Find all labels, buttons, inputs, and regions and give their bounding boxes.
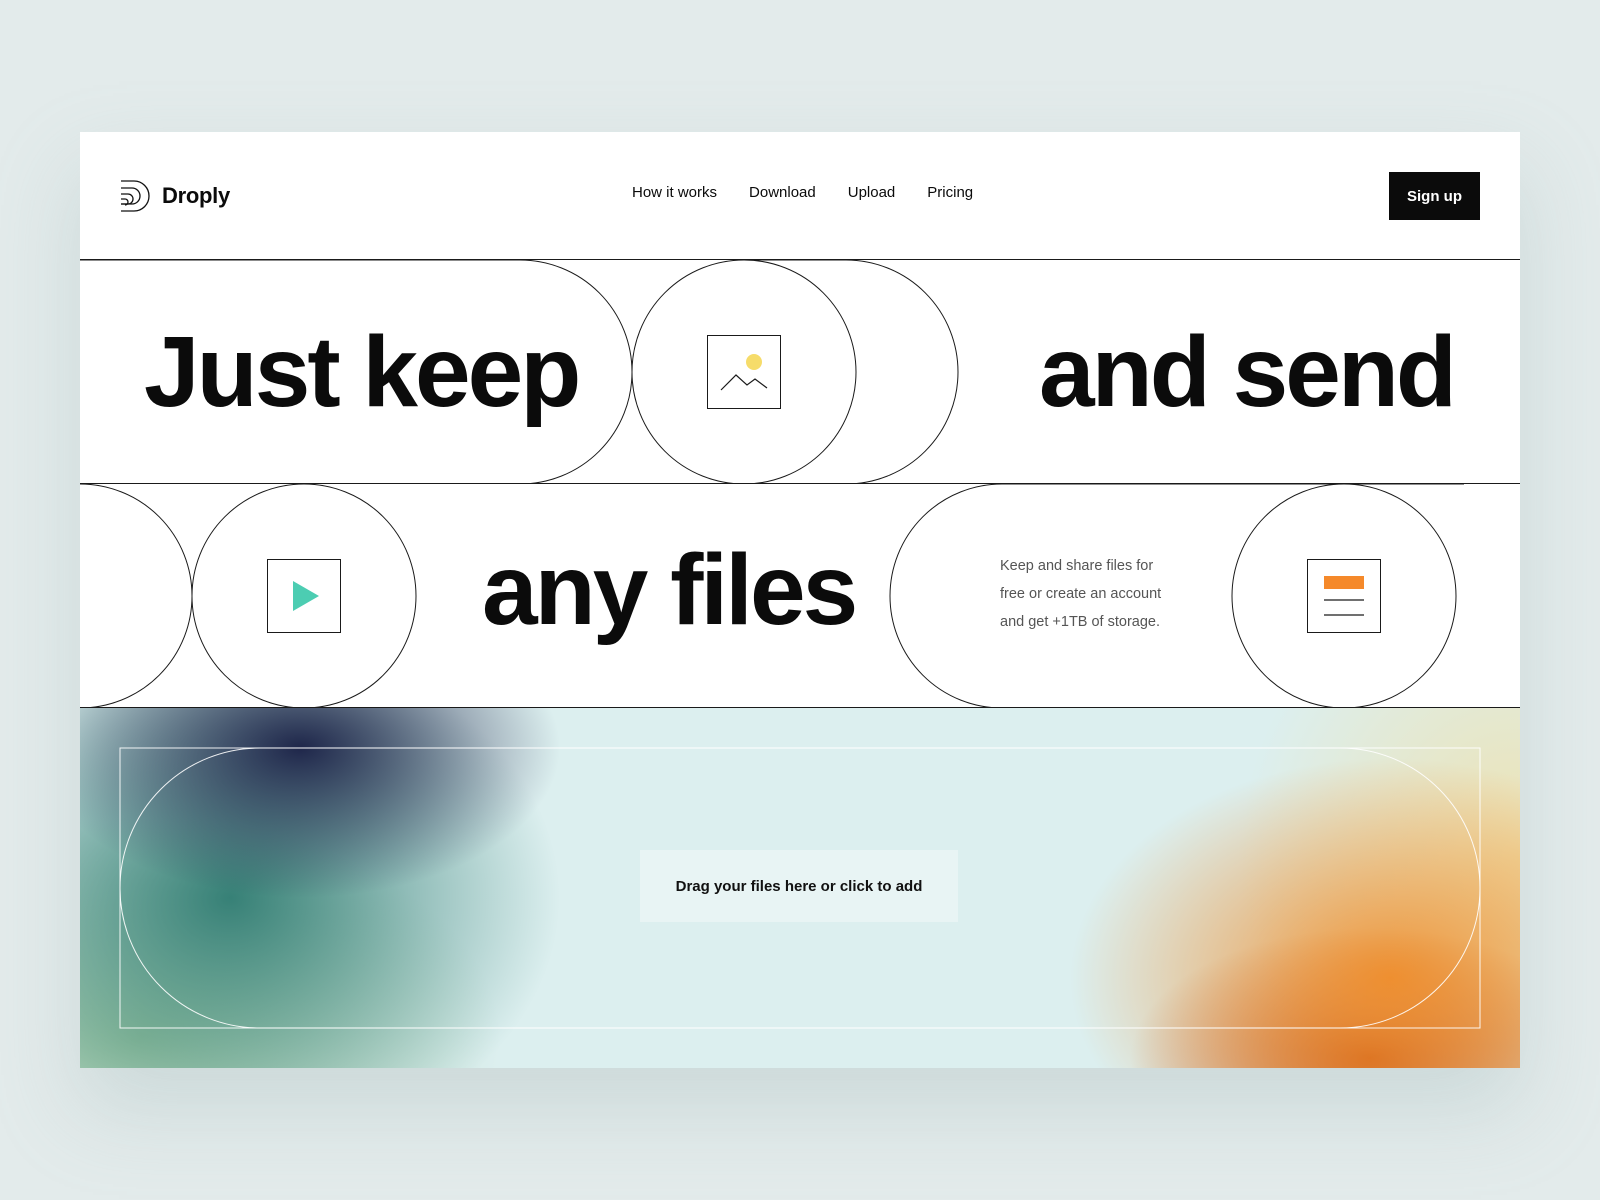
dropzone[interactable]: Drag your files here or click to add: [80, 708, 1520, 1068]
dropzone-add-button[interactable]: Drag your files here or click to add: [640, 850, 958, 922]
image-icon: [707, 335, 781, 409]
main-nav: How it works Download Upload Pricing: [632, 184, 973, 201]
nav-upload[interactable]: Upload: [848, 184, 896, 201]
document-icon: [1307, 559, 1381, 633]
hero-row-2: any files Keep and share files for free …: [80, 484, 1520, 708]
droply-logo-icon: [121, 180, 150, 212]
hero-text-and-send: and send: [1039, 316, 1457, 428]
header: Droply How it works Download Upload Pric…: [80, 132, 1520, 260]
hero-text-just-keep: Just keep: [144, 316, 581, 428]
signup-button[interactable]: Sign up: [1389, 172, 1480, 220]
hero-description: Keep and share files for free or create …: [1000, 558, 1162, 630]
hero-row-1: Just keep and send: [80, 260, 1520, 484]
nav-pricing[interactable]: Pricing: [927, 184, 973, 201]
hero-text-any-files: any files: [482, 534, 858, 646]
logo[interactable]: Droply: [120, 180, 230, 212]
app-frame: Droply How it works Download Upload Pric…: [80, 132, 1520, 1068]
brand-name: Droply: [162, 183, 230, 208]
nav-how-it-works[interactable]: How it works: [632, 184, 717, 201]
play-icon[interactable]: [267, 559, 341, 633]
nav-download[interactable]: Download: [749, 184, 816, 201]
